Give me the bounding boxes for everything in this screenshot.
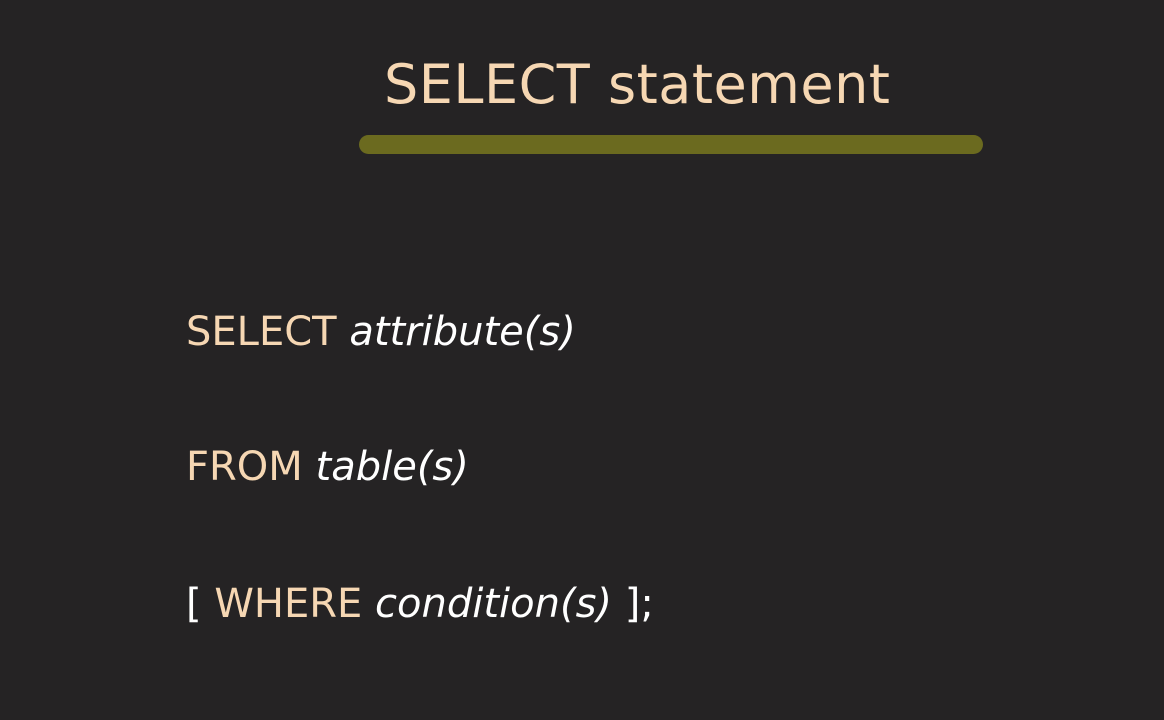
from-keyword: FROM <box>186 444 303 490</box>
select-clause: SELECT attribute(s) <box>186 312 576 352</box>
where-open-bracket: [ <box>186 581 202 627</box>
slide-title: SELECT statement <box>384 53 891 116</box>
where-argument: condition(s) <box>375 581 613 627</box>
title-underline-bar <box>359 135 983 154</box>
where-clause: [ WHERE condition(s) ]; <box>186 584 654 624</box>
where-keyword: WHERE <box>214 581 363 627</box>
slide: SELECT statement SELECT attribute(s) FRO… <box>0 0 1164 720</box>
from-argument: table(s) <box>315 444 469 490</box>
where-close: ]; <box>624 581 654 627</box>
from-clause: FROM table(s) <box>186 447 469 487</box>
select-keyword: SELECT <box>186 309 337 355</box>
select-argument: attribute(s) <box>349 309 576 355</box>
